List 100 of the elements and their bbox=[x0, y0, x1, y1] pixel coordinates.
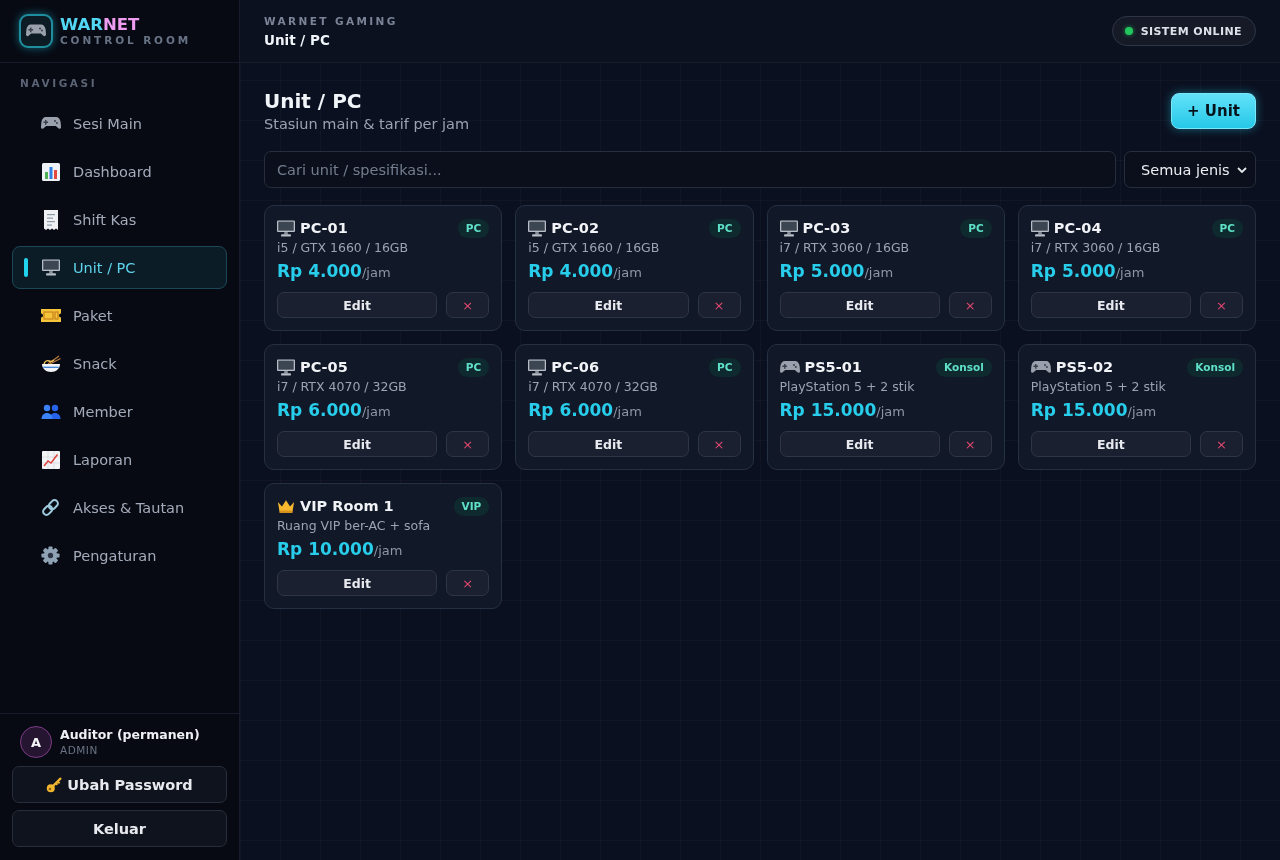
logout-button[interactable]: Keluar bbox=[12, 810, 227, 847]
people-icon bbox=[40, 404, 61, 419]
noodle-bowl-icon bbox=[40, 354, 61, 373]
edit-button[interactable]: Edit bbox=[779, 292, 940, 318]
price-text: Rp 15.000 bbox=[779, 400, 877, 420]
unit-type-badge: PC bbox=[1211, 218, 1243, 238]
unit-name: PC-06 bbox=[551, 359, 600, 375]
nav-item[interactable]: Sesi Main bbox=[12, 102, 227, 145]
per-hour-text: /jam bbox=[864, 265, 894, 280]
edit-button[interactable]: Edit bbox=[277, 570, 438, 596]
unit-type-badge: Konsol bbox=[1187, 357, 1243, 377]
price-text: Rp 5.000 bbox=[1030, 261, 1116, 281]
price-text: Rp 15.000 bbox=[1030, 400, 1128, 420]
monitor-icon bbox=[277, 358, 295, 376]
price-text: Rp 6.000 bbox=[528, 400, 614, 420]
unit-spec: i5 / GTX 1660 / 16GB bbox=[277, 239, 410, 256]
search-field[interactable]: Cari unit / spesifikasi... bbox=[264, 151, 1116, 188]
unit-type-badge: PC bbox=[960, 218, 992, 238]
price-text: Rp 4.000 bbox=[528, 261, 614, 281]
monitor-icon bbox=[528, 358, 547, 376]
avatar: A bbox=[20, 726, 52, 758]
page-subtitle: Stasiun main & tarif per jam bbox=[264, 115, 470, 133]
edit-button[interactable]: Edit bbox=[1030, 431, 1191, 457]
gamepad-logo-icon bbox=[19, 14, 53, 48]
delete-button[interactable]: × bbox=[948, 431, 992, 457]
status-text: SISTEM ONLINE bbox=[1140, 24, 1242, 38]
nav-item[interactable]: Pengaturan bbox=[12, 534, 227, 577]
unit-spec: i7 / RTX 3060 / 16GB bbox=[1030, 239, 1162, 256]
nav-item[interactable]: Paket bbox=[12, 294, 227, 337]
per-hour-text: /jam bbox=[613, 404, 642, 419]
delete-button[interactable]: × bbox=[948, 292, 992, 318]
unit-spec: i7 / RTX 3060 / 16GB bbox=[779, 239, 911, 256]
active-marker-icon bbox=[24, 258, 28, 277]
unit-type-badge: VIP bbox=[453, 496, 490, 516]
unit-name: VIP Room 1 bbox=[300, 498, 394, 514]
monitor-icon bbox=[779, 219, 798, 237]
monitor-icon bbox=[41, 259, 60, 276]
unit-name: PC-01 bbox=[300, 220, 348, 236]
edit-button[interactable]: Edit bbox=[277, 292, 438, 318]
delete-button[interactable]: × bbox=[446, 570, 490, 596]
unit-type-badge: PC bbox=[457, 218, 490, 238]
unit-spec: PlayStation 5 + 2 stik bbox=[1030, 378, 1167, 395]
change-password-button[interactable]: Ubah Password bbox=[12, 766, 227, 803]
delete-button[interactable]: × bbox=[446, 431, 490, 457]
delete-button[interactable]: × bbox=[446, 292, 490, 318]
delete-button[interactable]: × bbox=[697, 292, 741, 318]
delete-button[interactable]: × bbox=[697, 431, 741, 457]
unit-type-badge: Konsol bbox=[936, 357, 992, 377]
unit-spec: i7 / RTX 4070 / 32GB bbox=[528, 378, 659, 395]
edit-button[interactable]: Edit bbox=[528, 431, 689, 457]
nav-item[interactable]: Unit / PC bbox=[12, 246, 227, 289]
crown-icon bbox=[277, 498, 295, 514]
per-hour-text: /jam bbox=[613, 265, 642, 280]
unit-name: PC-05 bbox=[300, 359, 348, 375]
gear-icon bbox=[41, 546, 60, 565]
status-dot-icon bbox=[1124, 27, 1133, 35]
link-icon bbox=[41, 498, 60, 517]
per-hour-text: /jam bbox=[1127, 404, 1157, 419]
edit-button[interactable]: Edit bbox=[779, 431, 940, 457]
receipt-icon bbox=[42, 209, 59, 230]
unit-type-badge: PC bbox=[709, 357, 741, 377]
bar-chart-icon bbox=[41, 162, 60, 181]
nav-item[interactable]: Member bbox=[12, 390, 227, 433]
unit-name: PS5-01 bbox=[804, 359, 862, 375]
edit-button[interactable]: Edit bbox=[277, 431, 438, 457]
monitor-icon bbox=[528, 219, 547, 237]
unit-spec: i5 / GTX 1660 / 16GB bbox=[528, 239, 661, 256]
delete-button[interactable]: × bbox=[1200, 431, 1243, 457]
price-text: Rp 4.000 bbox=[277, 261, 362, 281]
per-hour-text: /jam bbox=[361, 404, 391, 419]
key-icon bbox=[46, 776, 63, 793]
per-hour-text: /jam bbox=[876, 404, 905, 419]
unit-name: PC-02 bbox=[551, 220, 600, 236]
user-name: Auditor (permanen) bbox=[60, 727, 200, 743]
nav-item[interactable]: Akses & Tautan bbox=[12, 486, 227, 529]
edit-button[interactable]: Edit bbox=[528, 292, 689, 318]
add-unit-button[interactable]: + Unit bbox=[1171, 93, 1256, 129]
unit-spec: Ruang VIP ber-AC + sofa bbox=[277, 517, 432, 534]
price-text: Rp 6.000 bbox=[277, 400, 362, 420]
unit-spec: PlayStation 5 + 2 stik bbox=[779, 378, 916, 395]
nav-item[interactable]: Snack bbox=[12, 342, 227, 385]
nav-item[interactable]: Shift Kas bbox=[12, 198, 227, 241]
type-select[interactable]: Semua jenis bbox=[1124, 151, 1256, 188]
monitor-icon bbox=[1030, 219, 1049, 237]
chevron-down-icon bbox=[1237, 166, 1247, 173]
nav-item[interactable]: Dashboard bbox=[12, 150, 227, 193]
delete-button[interactable]: × bbox=[1200, 292, 1243, 318]
unit-type-badge: PC bbox=[709, 218, 741, 238]
brand-subtitle: CONTROL ROOM bbox=[60, 33, 192, 47]
monitor-icon bbox=[277, 219, 295, 237]
edit-button[interactable]: Edit bbox=[1030, 292, 1191, 318]
unit-spec: i7 / RTX 4070 / 32GB bbox=[277, 378, 408, 395]
nav-item[interactable]: Laporan bbox=[12, 438, 227, 481]
ticket-icon bbox=[40, 309, 61, 322]
line-chart-icon bbox=[41, 450, 60, 469]
header-title: Unit / PC bbox=[264, 31, 331, 49]
price-text: Rp 5.000 bbox=[779, 261, 865, 281]
unit-name: PS5-02 bbox=[1055, 359, 1114, 375]
brand-name: WARNET bbox=[60, 15, 141, 34]
gamepad-icon bbox=[779, 360, 800, 374]
